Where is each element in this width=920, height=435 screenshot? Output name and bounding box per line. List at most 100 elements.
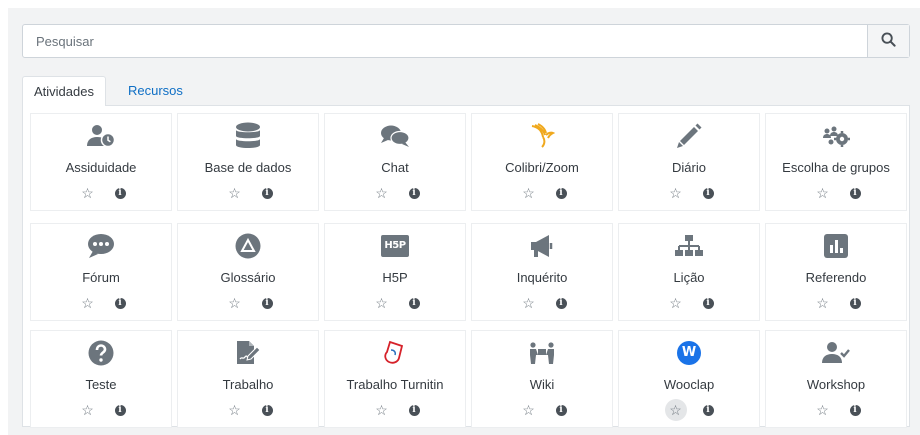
info-icon[interactable]: i: [408, 297, 420, 309]
wiki-icon: [472, 339, 612, 367]
activity-label: Chat: [381, 160, 409, 175]
star-icon[interactable]: ☆: [812, 292, 834, 314]
info-icon[interactable]: i: [849, 404, 861, 416]
activity-label: Trabalho: [222, 377, 274, 392]
activity-label: Assiduidade: [65, 160, 137, 175]
info-icon[interactable]: i: [702, 297, 714, 309]
star-icon[interactable]: ☆: [664, 399, 687, 421]
workshop-icon: [766, 339, 906, 367]
activity-card-colibri-zoom[interactable]: Colibri/Zoom ☆ i: [472, 114, 612, 210]
activity-label: Glossário: [220, 270, 276, 285]
tab-atividades[interactable]: Atividades: [22, 76, 106, 107]
search-icon: [881, 32, 896, 50]
activity-label: Lição: [673, 270, 705, 285]
activity-label: Inquérito: [516, 270, 568, 285]
star-icon[interactable]: ☆: [224, 182, 246, 204]
info-icon[interactable]: i: [261, 187, 273, 199]
info-icon[interactable]: i: [114, 404, 126, 416]
info-icon[interactable]: i: [555, 297, 567, 309]
activity-label: Wiki: [529, 377, 555, 392]
activity-card-glossario[interactable]: Glossário ☆ i: [178, 224, 318, 320]
info-icon[interactable]: i: [114, 187, 126, 199]
group-choice-icon: [766, 122, 906, 150]
star-icon[interactable]: ☆: [77, 182, 99, 204]
h5p-icon: H5P: [325, 232, 465, 260]
info-icon[interactable]: i: [261, 297, 273, 309]
question-icon: [31, 339, 171, 367]
wooclap-icon: W: [619, 339, 759, 367]
star-icon[interactable]: ☆: [371, 292, 393, 314]
activity-label: Colibri/Zoom: [505, 160, 579, 175]
activity-card-trabalho[interactable]: Trabalho ☆ i: [178, 331, 318, 427]
activity-label: Base de dados: [204, 160, 292, 175]
activity-label: Fórum: [82, 270, 120, 285]
star-icon[interactable]: ☆: [224, 399, 246, 421]
activity-card-escolha-de-grupos[interactable]: Escolha de grupos ☆ i: [766, 114, 906, 210]
info-icon[interactable]: i: [408, 187, 420, 199]
info-icon[interactable]: i: [849, 187, 861, 199]
star-icon[interactable]: ☆: [371, 182, 393, 204]
activity-card-wiki[interactable]: Wiki ☆ i: [472, 331, 612, 427]
star-icon[interactable]: ☆: [812, 399, 834, 421]
colibri-icon: [472, 122, 612, 150]
tab-recursos[interactable]: Recursos: [117, 76, 194, 107]
chat-icon: [325, 122, 465, 150]
activity-label: Diário: [672, 160, 706, 175]
activity-card-wooclap[interactable]: W Wooclap ☆ i: [619, 331, 759, 427]
star-icon[interactable]: ☆: [518, 399, 540, 421]
glossary-icon: [178, 232, 318, 260]
info-icon[interactable]: i: [849, 297, 861, 309]
activity-card-referendo[interactable]: Referendo ☆ i: [766, 224, 906, 320]
info-icon[interactable]: i: [261, 404, 273, 416]
activity-label: Wooclap: [663, 377, 715, 392]
activity-card-chat[interactable]: Chat ☆ i: [325, 114, 465, 210]
star-icon[interactable]: ☆: [665, 182, 687, 204]
h5p-logo-text: H5P: [381, 235, 409, 257]
star-icon[interactable]: ☆: [518, 292, 540, 314]
search-box: [22, 24, 910, 58]
activity-card-inquerito[interactable]: Inquérito ☆ i: [472, 224, 612, 320]
activity-card-teste[interactable]: Teste ☆ i: [31, 331, 171, 427]
pencil-icon: [619, 122, 759, 150]
activity-label: Escolha de grupos: [782, 160, 890, 175]
activity-card-licao[interactable]: Lição ☆ i: [619, 224, 759, 320]
forum-icon: [31, 232, 171, 260]
info-icon[interactable]: i: [408, 404, 420, 416]
star-icon[interactable]: ☆: [665, 292, 687, 314]
info-icon[interactable]: i: [555, 187, 567, 199]
search-input[interactable]: [23, 25, 869, 57]
sitemap-icon: [619, 232, 759, 260]
activity-label: H5P: [382, 270, 408, 285]
activity-label: Teste: [85, 377, 117, 392]
activity-label: Trabalho Turnitin: [346, 377, 444, 392]
search-button[interactable]: [867, 25, 909, 57]
activity-label: Workshop: [806, 377, 866, 392]
activity-card-base-de-dados[interactable]: Base de dados ☆ i: [178, 114, 318, 210]
activity-card-forum[interactable]: Fórum ☆ i: [31, 224, 171, 320]
database-icon: [178, 122, 318, 150]
star-icon[interactable]: ☆: [224, 292, 246, 314]
activity-card-trabalho-turnitin[interactable]: Trabalho Turnitin ☆ i: [325, 331, 465, 427]
assignment-icon: [178, 339, 318, 367]
turnitin-icon: [325, 339, 465, 367]
tab-bar: Atividades Recursos: [22, 76, 910, 107]
info-icon[interactable]: i: [702, 187, 714, 199]
activity-label: Referendo: [805, 270, 867, 285]
megaphone-icon: [472, 232, 612, 260]
star-icon[interactable]: ☆: [371, 399, 393, 421]
activity-card-h5p[interactable]: H5P H5P ☆ i: [325, 224, 465, 320]
activity-card-workshop[interactable]: Workshop ☆ i: [766, 331, 906, 427]
info-icon[interactable]: i: [114, 297, 126, 309]
info-icon[interactable]: i: [555, 404, 567, 416]
wooclap-logo-text: W: [677, 341, 701, 365]
info-icon[interactable]: i: [702, 404, 714, 416]
star-icon[interactable]: ☆: [77, 399, 99, 421]
activity-card-assiduidade[interactable]: Assiduidade ☆ i: [31, 114, 171, 210]
star-icon[interactable]: ☆: [77, 292, 99, 314]
activity-card-diario[interactable]: Diário ☆ i: [619, 114, 759, 210]
star-icon[interactable]: ☆: [812, 182, 834, 204]
star-icon[interactable]: ☆: [518, 182, 540, 204]
activity-chooser-panel: Atividades Recursos Assiduidade ☆ i Base …: [8, 8, 920, 435]
activity-grid: Assiduidade ☆ i Base de dados ☆ i Chat ☆ i …: [22, 106, 910, 427]
attendance-icon: [31, 122, 171, 150]
